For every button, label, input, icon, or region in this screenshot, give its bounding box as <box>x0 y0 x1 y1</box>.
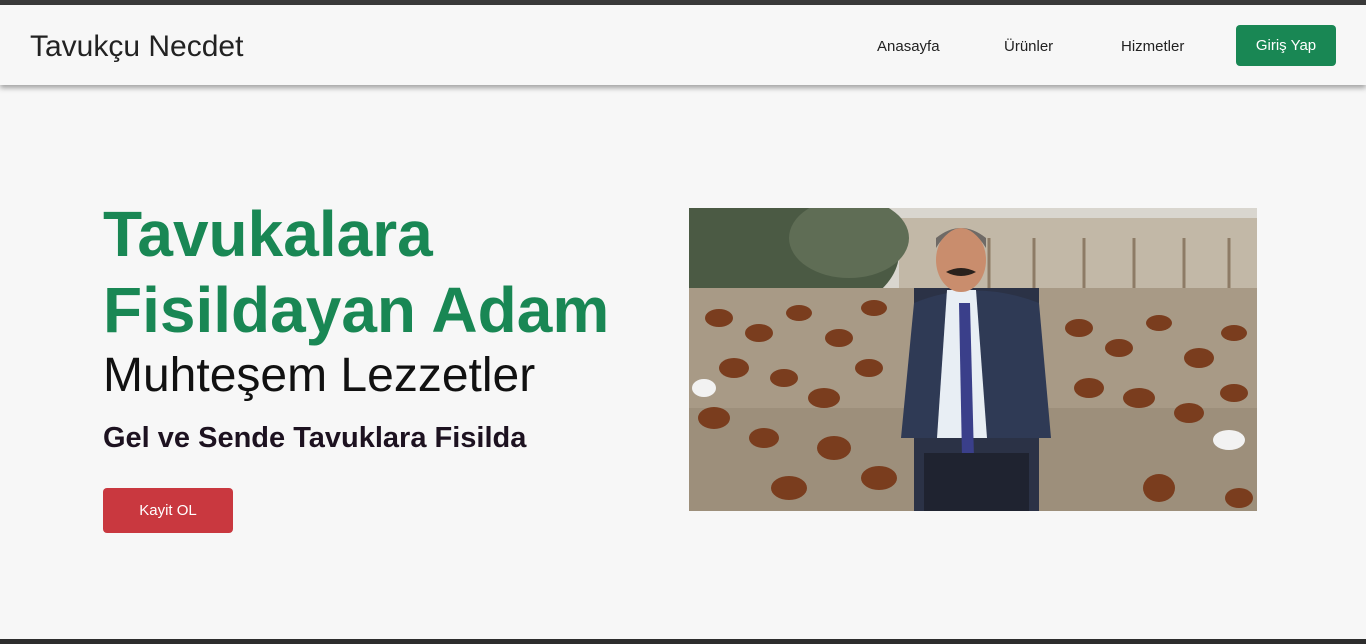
man-with-chickens-illustration <box>689 208 1257 511</box>
login-button[interactable]: Giriş Yap <box>1236 25 1336 66</box>
window-bottom-border <box>0 639 1366 644</box>
nav-link-products[interactable]: Ürünler <box>1004 37 1053 57</box>
hero-subtitle: Muhteşem Lezzetler <box>103 349 536 402</box>
nav-link-home[interactable]: Anasayfa <box>877 37 940 57</box>
hero-title: Tavukalara Fisildayan Adam <box>103 198 610 346</box>
nav-link-services[interactable]: Hizmetler <box>1121 37 1184 57</box>
brand-logo-text[interactable]: Tavukçu Necdet <box>30 29 243 65</box>
signup-button[interactable]: Kayit OL <box>103 488 233 533</box>
hero-photo <box>689 208 1257 511</box>
navbar: Tavukçu Necdet Anasayfa Ürünler Hizmetle… <box>0 5 1366 85</box>
hero-tagline: Gel ve Sende Tavuklara Fisilda <box>103 422 527 454</box>
